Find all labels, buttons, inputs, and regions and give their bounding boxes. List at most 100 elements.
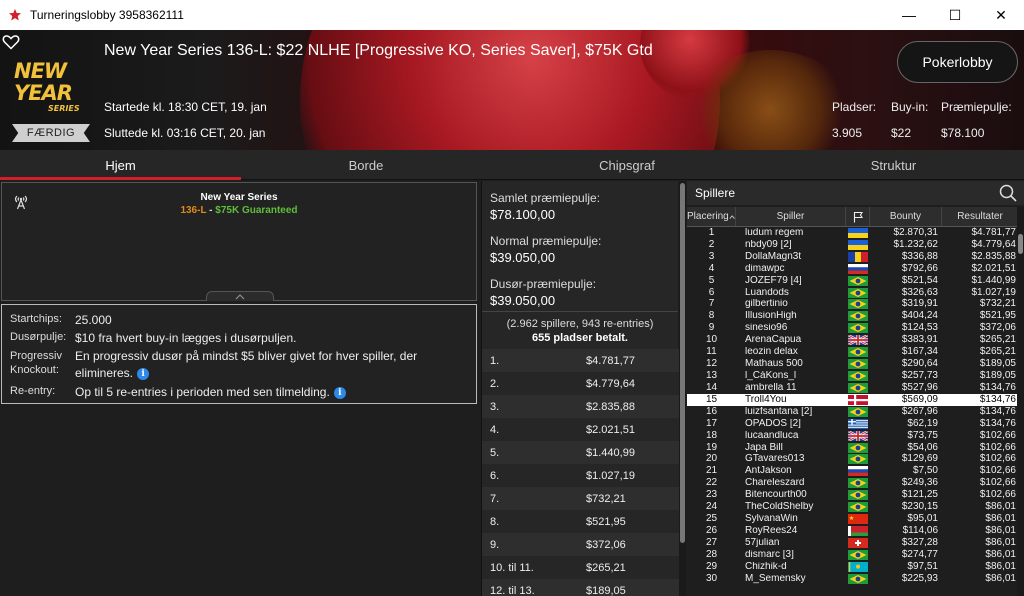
bounty-pool-label: Dusørpulje: xyxy=(10,331,67,343)
stat-buyin-value: $22 xyxy=(891,126,912,140)
flag-dk-icon xyxy=(848,394,868,405)
player-row[interactable]: 2 nbdy09 [2] $1.232,62 $4.779,64 xyxy=(687,239,1018,251)
player-row[interactable]: 25 SylvanaWin $95,01 $86,01 xyxy=(687,513,1018,525)
player-name: ludum regem xyxy=(745,227,804,238)
new-year-series-logo: NEW YEAR SERIES xyxy=(14,60,94,113)
player-name: 57julian xyxy=(745,537,780,548)
player-row[interactable]: 17 OPADOS [2] $62,19 $134,76 xyxy=(687,418,1018,430)
normal-prizepool-value: $39.050,00 xyxy=(490,250,556,265)
player-row[interactable]: 5 JOZEF79 [4] $521,54 $1.440,99 xyxy=(687,275,1018,287)
player-country xyxy=(846,323,870,334)
player-row[interactable]: 22 Chareleszard $249,36 $102,66 xyxy=(687,477,1018,489)
info-icon[interactable]: i xyxy=(333,386,346,399)
payout-amount: $4.781,77 xyxy=(586,354,635,367)
prize-scrollbar[interactable] xyxy=(679,181,686,596)
players-scrollbar[interactable] xyxy=(1017,207,1024,596)
player-row[interactable]: 28 dismarc [3] $274,77 $86,01 xyxy=(687,549,1018,561)
payout-place: 6. xyxy=(490,469,500,482)
player-country xyxy=(846,275,870,286)
player-row[interactable]: 30 M_Semensky $225,93 $86,01 xyxy=(687,573,1018,585)
pokerlobby-button[interactable]: Pokerlobby xyxy=(897,41,1018,83)
player-position: 5 xyxy=(708,274,715,286)
flag-br-icon xyxy=(848,549,868,560)
flag-ru-icon xyxy=(848,263,868,274)
scrollbar-thumb[interactable] xyxy=(680,183,685,543)
player-result: $2.835,88 xyxy=(971,250,1017,262)
player-row[interactable]: 4 dimawpc $792,66 $2.021,51 xyxy=(687,263,1018,275)
tab-chipgraph[interactable]: Chipsgraf xyxy=(491,150,763,180)
player-result: $86,01 xyxy=(985,501,1016,513)
player-result: $134,76 xyxy=(979,417,1016,429)
player-row[interactable]: 11 leozin delax $167,34 $265,21 xyxy=(687,346,1018,358)
maximize-button[interactable]: ☐ xyxy=(932,0,978,30)
player-country xyxy=(846,299,870,310)
player-name: ArenaCapua xyxy=(745,335,802,346)
player-row[interactable]: 15 Troll4You $569,09 $134,76 xyxy=(687,393,1018,406)
player-row[interactable]: 14 ambrella 11 $527,96 $134,76 xyxy=(687,382,1018,394)
player-row[interactable]: 27 57julian $327,28 $86,01 xyxy=(687,537,1018,549)
player-result: $102,66 xyxy=(979,465,1016,477)
payout-row: 6. $1.027,19 xyxy=(482,464,679,487)
player-row[interactable]: 16 luizfsantana [2] $267,96 $134,76 xyxy=(687,406,1018,418)
tab-home[interactable]: Hjem xyxy=(0,150,241,180)
player-position: 15 xyxy=(705,393,718,405)
player-row[interactable]: 13 l_CàKons_l $257,73 $189,05 xyxy=(687,370,1018,382)
player-name: M_Semensky xyxy=(745,573,806,584)
flag-br-icon xyxy=(848,371,868,382)
flag-gb-icon xyxy=(848,335,868,346)
player-row[interactable]: 19 Japa Bill $54,06 $102,66 xyxy=(687,442,1018,454)
player-row[interactable]: 10 ArenaCapua $383,91 $265,21 xyxy=(687,334,1018,346)
players-column-headers: Placering Spiller Bounty Resultater xyxy=(687,207,1018,227)
player-bounty: $167,34 xyxy=(901,346,938,358)
player-position: 16 xyxy=(705,405,718,417)
player-position: 17 xyxy=(705,417,718,429)
player-bounty: $95,01 xyxy=(907,513,938,525)
player-bounty: $7,50 xyxy=(912,465,938,477)
player-row[interactable]: 9 sinesio96 $124,53 $372,06 xyxy=(687,322,1018,334)
column-results[interactable]: Resultater xyxy=(942,207,1018,226)
payout-row: 4. $2.021,51 xyxy=(482,418,679,441)
player-row[interactable]: 7 gilbertinio $319,91 $732,21 xyxy=(687,299,1018,311)
flag-br-icon xyxy=(848,573,868,584)
column-placing[interactable]: Placering xyxy=(687,207,736,226)
search-icon[interactable] xyxy=(998,183,1018,203)
player-row[interactable]: 29 Chizhik-d $97,51 $86,01 xyxy=(687,561,1018,573)
minimize-button[interactable]: — xyxy=(886,0,932,30)
player-position: 9 xyxy=(708,322,715,334)
player-row[interactable]: 12 Mathaus 500 $290,64 $189,05 xyxy=(687,358,1018,370)
flag-br-icon xyxy=(848,478,868,489)
player-row[interactable]: 8 IllusionHigh $404,24 $521,95 xyxy=(687,310,1018,322)
player-position: 24 xyxy=(705,501,718,513)
column-bounty[interactable]: Bounty xyxy=(870,207,942,226)
player-row[interactable]: 21 AntJakson $7,50 $102,66 xyxy=(687,465,1018,477)
player-result: $521,95 xyxy=(979,310,1016,322)
tab-structure[interactable]: Struktur xyxy=(763,150,1024,180)
tab-tables[interactable]: Borde xyxy=(241,150,491,180)
player-row[interactable]: 26 RoyRees24 $114,06 $86,01 xyxy=(687,525,1018,537)
column-country[interactable] xyxy=(846,207,870,226)
favorite-heart-icon[interactable] xyxy=(2,33,20,51)
flag-br-icon xyxy=(848,406,868,417)
player-row[interactable]: 20 GTavares013 $129,69 $102,66 xyxy=(687,454,1018,466)
bounty-prizepool-label: Dusør-præmiepulje: xyxy=(490,277,597,291)
payout-place: 4. xyxy=(490,423,500,436)
player-country xyxy=(846,454,870,465)
collapse-toggle[interactable] xyxy=(206,291,274,301)
player-row[interactable]: 1 ludum regem $2.870,31 $4.781,77 xyxy=(687,227,1018,239)
scrollbar-thumb[interactable] xyxy=(1018,234,1023,254)
player-name: Luandods xyxy=(745,287,789,298)
column-player[interactable]: Spiller xyxy=(736,207,846,226)
flag-br-icon xyxy=(848,347,868,358)
player-row[interactable]: 23 Bitencourth00 $121,25 $102,66 xyxy=(687,489,1018,501)
player-name: JOZEF79 [4] xyxy=(745,275,802,286)
player-row[interactable]: 24 TheColdShelby $230,15 $86,01 xyxy=(687,501,1018,513)
close-button[interactable]: ✕ xyxy=(978,0,1024,30)
tab-bar: Hjem Borde Chipsgraf Struktur xyxy=(0,150,1024,180)
player-row[interactable]: 18 lucaandluca $73,75 $102,66 xyxy=(687,430,1018,442)
info-icon[interactable]: i xyxy=(137,367,150,380)
stat-prizepool-value: $78.100 xyxy=(941,126,985,140)
player-row[interactable]: 3 DollaMagn3t $336,88 $2.835,88 xyxy=(687,251,1018,263)
player-position: 30 xyxy=(705,572,718,584)
player-bounty: $326,63 xyxy=(901,286,938,298)
player-row[interactable]: 6 Luandods $326,63 $1.027,19 xyxy=(687,287,1018,299)
